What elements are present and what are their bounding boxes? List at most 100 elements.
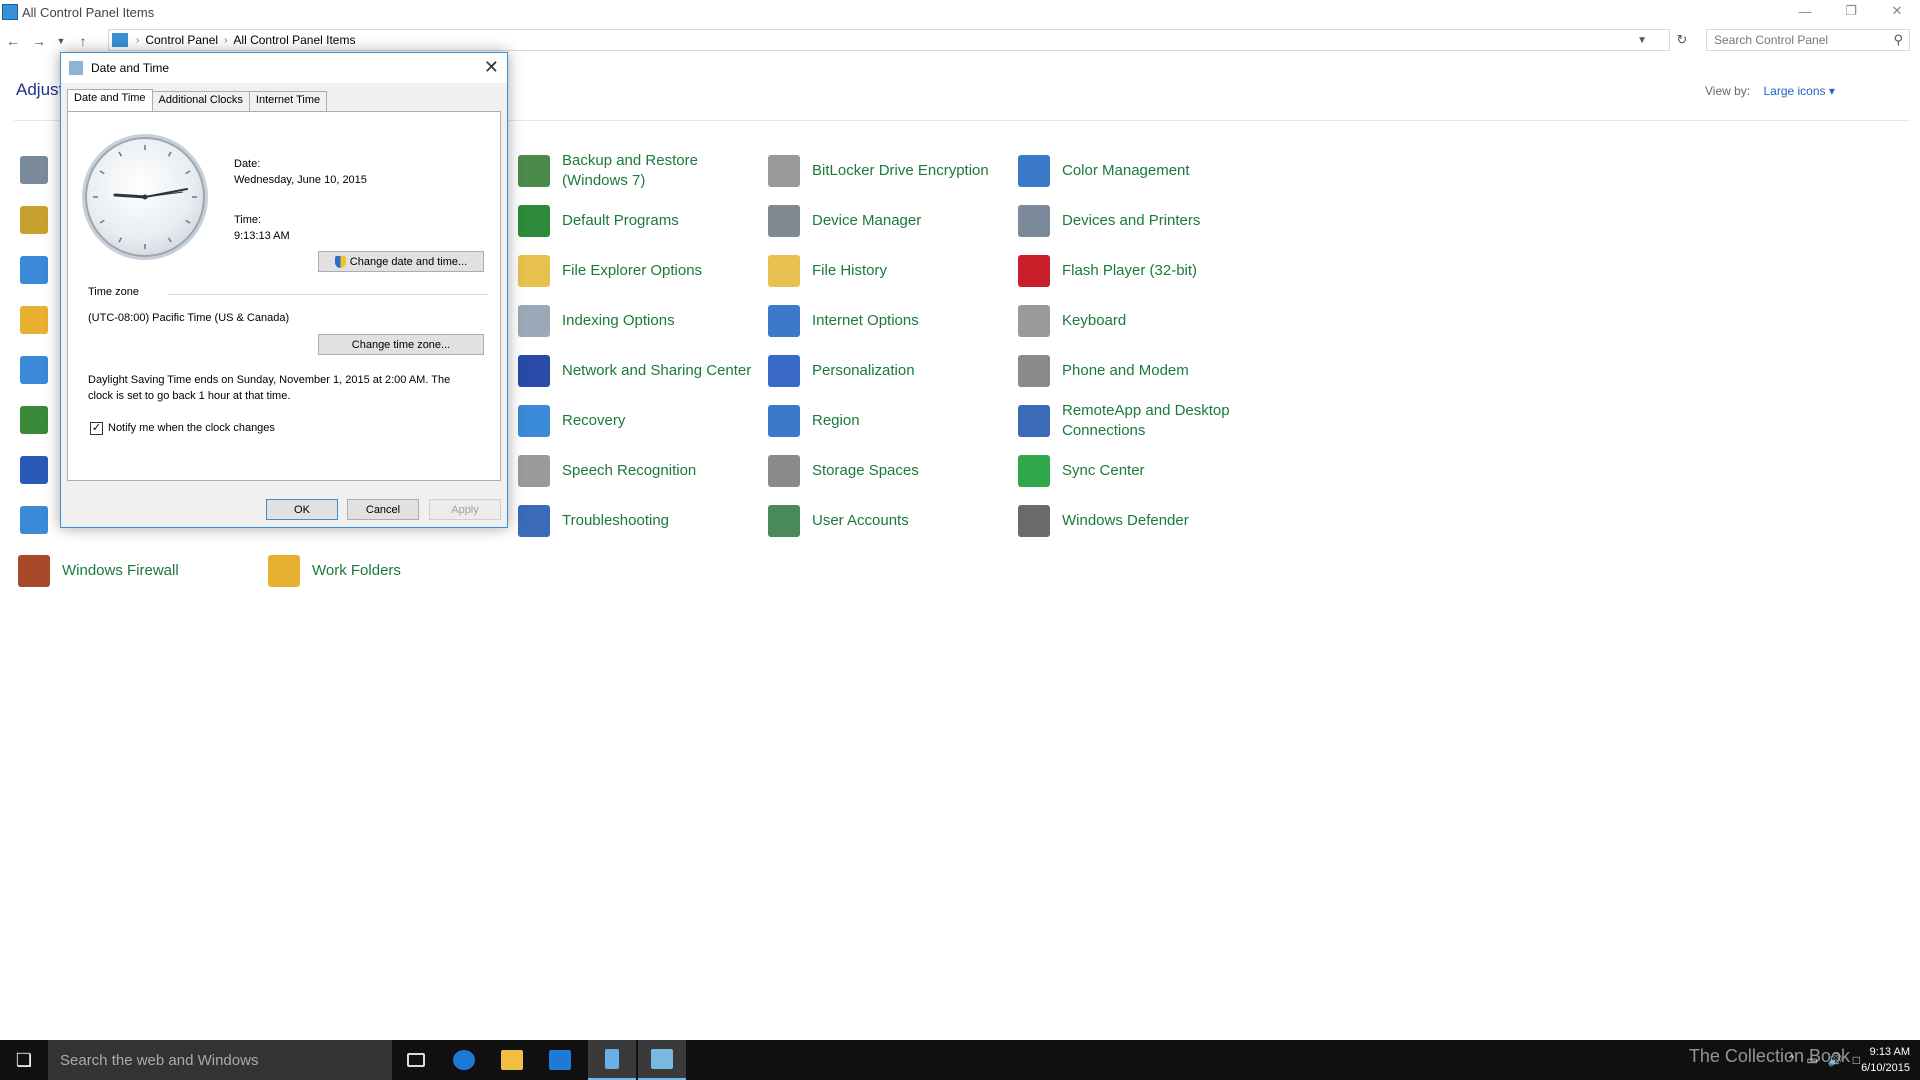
control-panel-item[interactable]: Speech Recognition	[518, 448, 758, 494]
item-icon	[768, 155, 800, 187]
item-label: Flash Player (32-bit)	[1062, 262, 1198, 279]
task-view-icon[interactable]	[392, 1040, 440, 1080]
control-panel-item[interactable]: File Explorer Options	[518, 248, 758, 294]
item-icon	[518, 405, 550, 437]
control-panel-item[interactable]: File History	[768, 248, 1008, 294]
item-icon	[518, 155, 550, 187]
control-panel-item[interactable]: User Accounts	[768, 498, 1008, 544]
address-bar[interactable]: › Control Panel › All Control Panel Item…	[108, 29, 1670, 51]
change-timezone-button[interactable]: Change time zone...	[318, 334, 484, 355]
control-panel-item[interactable]: Keyboard	[1018, 298, 1258, 344]
left-column-item-icon[interactable]	[20, 456, 48, 484]
control-panel-item[interactable]: Default Programs	[518, 198, 758, 244]
control-panel-item[interactable]: Windows Defender	[1018, 498, 1258, 544]
control-panel-item[interactable]: Indexing Options	[518, 298, 758, 344]
control-panel-item[interactable]: Recovery	[518, 398, 758, 444]
control-panel-item[interactable]: Flash Player (32-bit)	[1018, 248, 1258, 294]
control-panel-item[interactable]: Sync Center	[1018, 448, 1258, 494]
item-label: Windows Firewall	[62, 562, 179, 579]
breadcrumb-all-items[interactable]: All Control Panel Items	[233, 33, 355, 47]
item-icon	[768, 405, 800, 437]
dialog-titlebar: Date and Time ✕	[61, 53, 507, 83]
control-panel-item[interactable]: RemoteApp and Desktop Connections	[1018, 398, 1258, 444]
tab-internet-time[interactable]: Internet Time	[248, 91, 328, 111]
cancel-button[interactable]: Cancel	[347, 499, 419, 520]
control-panel-item[interactable]: Color Management	[1018, 148, 1258, 194]
timezone-label: Time zone	[88, 286, 139, 298]
left-column-item-icon[interactable]	[20, 406, 48, 434]
control-panel-item[interactable]: Device Manager	[768, 198, 1008, 244]
action-center-icon[interactable]: □	[1853, 1053, 1860, 1067]
control-panel-item[interactable]: Storage Spaces	[768, 448, 1008, 494]
control-panel-item[interactable]: Troubleshooting	[518, 498, 758, 544]
apply-button[interactable]: Apply	[429, 499, 501, 520]
tab-date-and-time[interactable]: Date and Time	[67, 89, 153, 111]
change-date-time-button[interactable]: Change date and time...	[318, 251, 484, 272]
up-icon[interactable]: ↑	[70, 29, 96, 53]
item-icon	[768, 255, 800, 287]
notify-label: Notify me when the clock changes	[108, 422, 275, 434]
item-label: Region	[812, 412, 860, 429]
ok-button[interactable]: OK	[266, 499, 338, 520]
control-panel-item[interactable]: Personalization	[768, 348, 1008, 394]
item-icon	[1018, 155, 1050, 187]
control-panel-item[interactable]: Network and Sharing Center	[518, 348, 758, 394]
control-panel-item[interactable]: Region	[768, 398, 1008, 444]
notify-checkbox[interactable]: ✓	[90, 422, 103, 435]
item-label: User Accounts	[812, 512, 909, 529]
dialog-close-icon[interactable]: ✕	[484, 57, 499, 78]
left-column-item-icon[interactable]	[20, 356, 48, 384]
left-column-item-icon[interactable]	[20, 206, 48, 234]
file-explorer-icon[interactable]	[488, 1040, 536, 1080]
item-icon	[518, 255, 550, 287]
control-panel-item[interactable]: Backup and Restore (Windows 7)	[518, 148, 758, 194]
left-column-item-icon[interactable]	[20, 306, 48, 334]
close-button[interactable]: ✕	[1874, 0, 1920, 22]
item-label: Troubleshooting	[562, 512, 670, 529]
minimize-button[interactable]: —	[1782, 0, 1828, 22]
item-label: Default Programs	[562, 212, 679, 229]
refresh-icon[interactable]: ↻	[1672, 30, 1692, 50]
dialog-title: Date and Time	[91, 61, 170, 75]
control-panel-item[interactable]: BitLocker Drive Encryption	[768, 148, 1008, 194]
notepad-icon[interactable]	[588, 1040, 636, 1080]
taskbar-search-input[interactable]: Search the web and Windows	[48, 1040, 392, 1080]
control-panel-item[interactable]: Work Folders	[268, 548, 508, 594]
address-dropdown-icon[interactable]: ▼	[1637, 35, 1647, 46]
left-column-item-icon[interactable]	[20, 506, 48, 534]
left-column-item-icon[interactable]	[20, 156, 48, 184]
control-panel-taskbar-icon[interactable]	[638, 1040, 686, 1080]
start-icon[interactable]: ❏	[0, 1040, 48, 1080]
control-panel-item[interactable]: Internet Options	[768, 298, 1008, 344]
control-panel-item[interactable]: Windows Firewall	[18, 548, 258, 594]
control-panel-item[interactable]: Phone and Modem	[1018, 348, 1258, 394]
search-input[interactable]: Search Control Panel ⚲	[1706, 29, 1910, 51]
forward-icon[interactable]: →	[26, 29, 52, 53]
date-time-dialog: Date and Time ✕ Date and Time Additional…	[60, 52, 508, 528]
back-icon[interactable]: ←	[0, 29, 26, 53]
store-icon[interactable]	[536, 1040, 584, 1080]
volume-icon[interactable]: 🔊	[1828, 1053, 1843, 1067]
network-icon[interactable]: ▭	[1806, 1053, 1817, 1067]
view-by-dropdown[interactable]: Large icons ▾	[1763, 84, 1834, 98]
taskbar-clock[interactable]: 9:13 AM 6/10/2015	[1861, 1044, 1910, 1076]
breadcrumb-control-panel[interactable]: Control Panel	[145, 33, 218, 47]
item-label: Windows Defender	[1062, 512, 1189, 529]
dialog-tabs: Date and Time Additional Clocks Internet…	[67, 89, 328, 111]
analog-clock	[82, 134, 208, 260]
item-icon	[768, 505, 800, 537]
restore-button[interactable]: ❐	[1828, 0, 1874, 22]
address-bar-row: ← → ▼ ↑ › Control Panel › All Control Pa…	[0, 28, 1920, 54]
item-label: Work Folders	[312, 562, 401, 579]
item-icon	[1018, 205, 1050, 237]
left-column-item-icon[interactable]	[20, 256, 48, 284]
item-label: Sync Center	[1062, 462, 1145, 479]
page-heading: Adjust	[16, 80, 64, 99]
edge-icon[interactable]	[440, 1040, 488, 1080]
time-value: 9:13:13 AM	[234, 230, 290, 242]
show-hidden-icons-icon[interactable]: ⌃	[1786, 1053, 1796, 1067]
tab-additional-clocks[interactable]: Additional Clocks	[151, 91, 250, 111]
item-label: File History	[812, 262, 888, 279]
control-panel-item[interactable]: Devices and Printers	[1018, 198, 1258, 244]
recent-locations-icon[interactable]: ▼	[52, 29, 70, 53]
